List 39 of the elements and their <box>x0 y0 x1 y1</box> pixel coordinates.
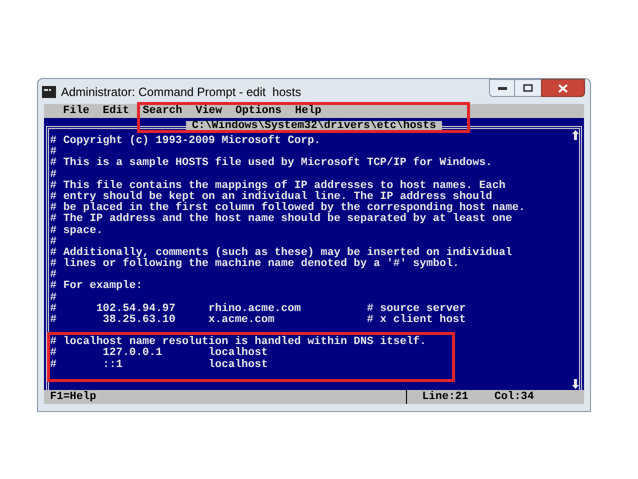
maximize-icon <box>523 84 533 92</box>
text-line: # ::1 localhost <box>50 360 269 371</box>
minimize-button[interactable] <box>489 79 515 97</box>
text-line: # lines or following the machine name denoted by a '#' symbol. <box>50 259 460 270</box>
text-line: # Additionally, comments (such as these) may be inserted on individual <box>50 248 514 259</box>
text-line: # space. <box>50 226 104 236</box>
text-line: # Copyright (c) 1993-2009 Microsoft Corp. <box>50 136 322 147</box>
text-line: # be placed in the first column followed by the corresponding host name. <box>50 203 526 214</box>
console-icon <box>42 86 56 98</box>
maximize-button[interactable] <box>515 79 541 97</box>
text-line: # localhost name resolution is handled within DNS itself. <box>50 337 428 348</box>
column-number: Col:34 <box>494 390 534 405</box>
menu-item[interactable]: Search <box>142 102 182 120</box>
close-button[interactable] <box>541 79 585 97</box>
text-line: # <box>50 236 58 248</box>
text-line: # <box>50 292 58 304</box>
text-line: # <box>50 270 58 282</box>
text-line: # The IP address and the host name should be separated by at least one <box>50 214 514 226</box>
text-line: # <box>50 147 58 158</box>
close-icon <box>558 84 568 92</box>
text-line: # <box>50 170 58 181</box>
minimize-icon <box>498 86 506 90</box>
text-line: # For example: <box>50 281 144 292</box>
text-line: # 102.54.94.97 rhino.acme.com # source server <box>50 304 467 315</box>
menu-item[interactable]: File <box>63 102 90 120</box>
menu-item[interactable]: Help <box>295 102 322 120</box>
window-title: Administrator: Command Prompt - edit hosts <box>61 84 302 100</box>
text-line: # entry should be kept on an individual line. The IP address should <box>50 192 494 203</box>
menu-item[interactable]: Options <box>235 102 282 120</box>
scroll-up-icon[interactable] <box>572 130 578 140</box>
text-line: # 127.0.0.1 localhost <box>50 348 269 360</box>
text-line: # This is a sample HOSTS file used by Microsoft TCP/IP for Windows. <box>50 158 494 170</box>
help-hint: F1=Help <box>49 390 96 405</box>
menu-item[interactable]: View <box>196 102 222 120</box>
menu-item[interactable]: Edit <box>102 102 130 120</box>
scroll-down-icon[interactable] <box>572 379 578 389</box>
text-line: # This file contains the mappings of IP addresses to host names. Each <box>50 180 506 192</box>
text-line: # 38.25.63.10 x.acme.com # x client host <box>50 315 467 326</box>
line-number: Line:21 <box>422 390 468 405</box>
